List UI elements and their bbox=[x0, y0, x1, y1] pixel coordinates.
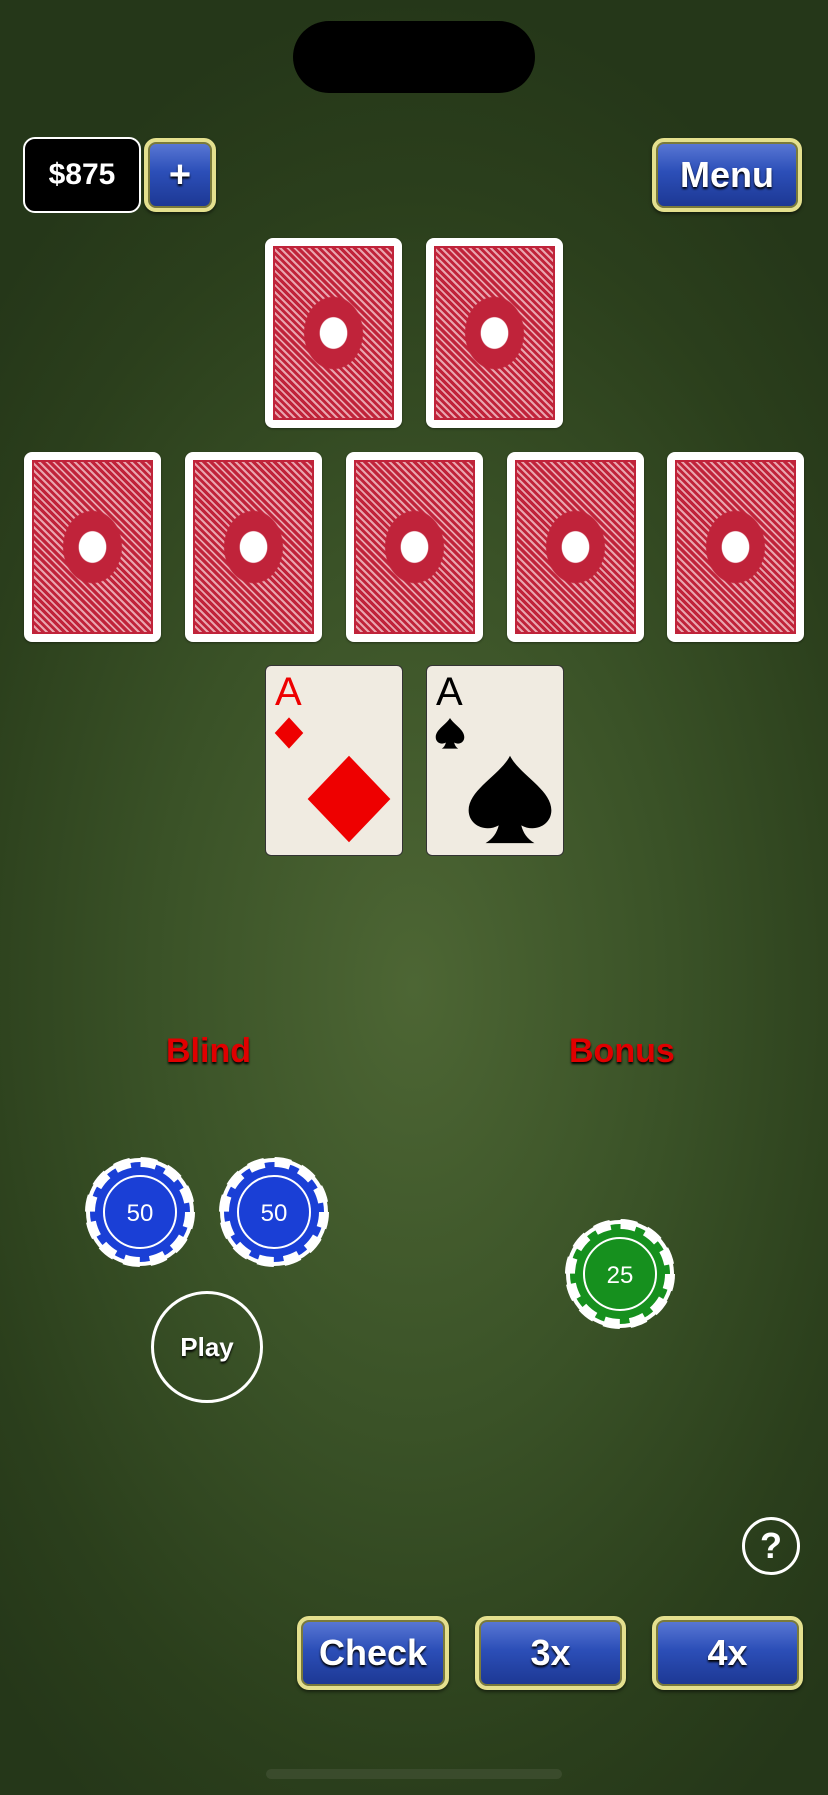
bet-4x-button[interactable]: 4x bbox=[652, 1616, 803, 1690]
player-card-ace-spades: A bbox=[426, 665, 564, 856]
balance-display: $875 bbox=[23, 137, 141, 213]
chip-25[interactable]: 25 bbox=[564, 1218, 676, 1330]
chip-50[interactable]: 50 bbox=[218, 1156, 330, 1268]
help-button[interactable]: ? bbox=[742, 1517, 800, 1575]
board-card-back bbox=[346, 452, 483, 642]
chip-value: 50 bbox=[127, 1200, 154, 1227]
dealer-card-back bbox=[265, 238, 402, 428]
chip-value: 25 bbox=[607, 1262, 634, 1289]
menu-button[interactable]: Menu bbox=[652, 138, 802, 212]
add-funds-button[interactable]: + bbox=[144, 138, 216, 212]
chip-value: 50 bbox=[261, 1200, 288, 1227]
card-rank: A bbox=[436, 670, 463, 714]
board-card-back bbox=[185, 452, 322, 642]
check-button[interactable]: Check bbox=[297, 1616, 449, 1690]
player-card-ace-diamonds: A bbox=[265, 665, 403, 856]
board-card-back bbox=[507, 452, 644, 642]
card-rank: A bbox=[275, 670, 302, 714]
board-card-back bbox=[24, 452, 161, 642]
play-bet-spot[interactable]: Play bbox=[151, 1291, 263, 1403]
chip-50[interactable]: 50 bbox=[84, 1156, 196, 1268]
blind-label: Blind bbox=[166, 1032, 251, 1070]
dealer-card-back bbox=[426, 238, 563, 428]
spade-icon bbox=[435, 718, 465, 749]
diamond-icon bbox=[274, 717, 304, 749]
spade-icon bbox=[468, 755, 552, 844]
board-card-back bbox=[667, 452, 804, 642]
device-notch bbox=[293, 21, 535, 93]
bet-3x-button[interactable]: 3x bbox=[475, 1616, 626, 1690]
diamond-icon bbox=[307, 755, 391, 843]
bonus-label: Bonus bbox=[569, 1032, 675, 1070]
home-indicator[interactable] bbox=[266, 1769, 562, 1779]
